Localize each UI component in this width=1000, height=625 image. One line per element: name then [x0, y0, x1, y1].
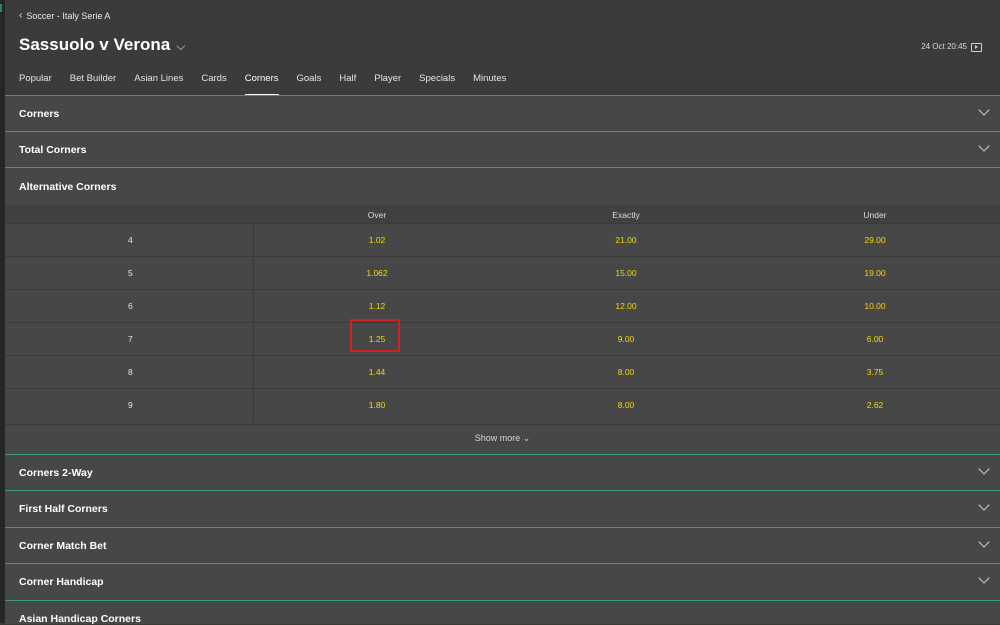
- divider: [253, 290, 254, 323]
- tab-half[interactable]: Half: [339, 73, 356, 95]
- tab-asian-lines[interactable]: Asian Lines: [134, 73, 183, 95]
- table-row: 4 1.02 21.00 29.00: [5, 223, 1000, 257]
- market-first-half-corners[interactable]: First Half Corners: [5, 490, 1000, 528]
- market-title: Asian Handicap Corners: [19, 613, 141, 625]
- odds-over[interactable]: 1.25: [369, 334, 386, 344]
- odds-exactly[interactable]: 21.00: [615, 235, 636, 245]
- show-more-button[interactable]: Show more ⌄: [5, 424, 1000, 444]
- odds-over[interactable]: 1.44: [369, 367, 386, 377]
- odds-exactly[interactable]: 9.00: [618, 334, 635, 344]
- chevron-down-icon: [978, 572, 990, 584]
- chevron-down-icon: [978, 499, 990, 511]
- corner-line: 4: [128, 235, 133, 245]
- odds-column-headers: Over Exactly Under: [5, 205, 1000, 223]
- divider: [253, 356, 254, 389]
- odds-under[interactable]: 2.62: [867, 400, 884, 410]
- market-total-corners[interactable]: Total Corners: [5, 131, 1000, 168]
- market-title: Corners 2-Way: [19, 467, 93, 479]
- table-row: 7 1.25 9.00 6.00: [5, 322, 1000, 356]
- odds-under[interactable]: 29.00: [864, 235, 885, 245]
- chevron-down-icon: ⌵: [176, 38, 186, 53]
- market-title: Corner Match Bet: [19, 540, 107, 552]
- market-corners-2-way[interactable]: Corners 2-Way: [5, 454, 1000, 491]
- edge-marker: [0, 4, 2, 12]
- divider: [253, 224, 254, 257]
- breadcrumb-label: Soccer - Italy Serie A: [26, 11, 111, 21]
- corner-line: 6: [128, 301, 133, 311]
- header-under: Under: [863, 210, 887, 220]
- tab-minutes[interactable]: Minutes: [473, 73, 506, 95]
- corner-line: 9: [128, 400, 133, 410]
- market-title: Corners: [19, 108, 60, 120]
- odds-over[interactable]: 1.062: [366, 268, 387, 278]
- market-asian-handicap-corners[interactable]: Asian Handicap Corners: [5, 600, 1000, 625]
- odds-over[interactable]: 1.02: [369, 235, 386, 245]
- tab-goals[interactable]: Goals: [297, 73, 322, 95]
- header-exactly: Exactly: [612, 210, 640, 220]
- chevron-down-icon: [978, 536, 990, 548]
- market-alternative-corners: Alternative Corners Over Exactly Under 4…: [5, 167, 1000, 455]
- market-corner-match-bet[interactable]: Corner Match Bet: [5, 527, 1000, 564]
- chevron-down-icon: [978, 140, 990, 152]
- event-header: ‹ Soccer - Italy Serie A Sassuolo v Vero…: [5, 0, 1000, 96]
- market-corner-handicap[interactable]: Corner Handicap: [5, 563, 1000, 601]
- divider: [253, 389, 254, 422]
- chevron-down-icon: [978, 463, 990, 475]
- market-tabs: Popular Bet Builder Asian Lines Cards Co…: [19, 73, 524, 96]
- chevron-left-icon: ‹: [19, 10, 23, 21]
- corner-line: 5: [128, 268, 133, 278]
- table-row: 6 1.12 12.00 10.00: [5, 289, 1000, 323]
- odds-under[interactable]: 3.75: [867, 367, 884, 377]
- tab-corners[interactable]: Corners: [244, 73, 279, 96]
- divider: [253, 257, 254, 290]
- event-title-text: Sassuolo v Verona: [19, 35, 171, 54]
- divider: [253, 323, 254, 356]
- tab-bet-builder[interactable]: Bet Builder: [70, 73, 116, 95]
- show-more-label: Show more: [474, 433, 521, 443]
- chevron-down-icon: [978, 104, 990, 116]
- market-title: Alternative Corners: [19, 181, 117, 193]
- odds-under[interactable]: 6.00: [867, 334, 884, 344]
- market-title: Corner Handicap: [19, 576, 104, 588]
- odds-under[interactable]: 19.00: [864, 268, 885, 278]
- breadcrumb[interactable]: ‹ Soccer - Italy Serie A: [19, 10, 111, 22]
- chevron-down-icon: ⌄: [522, 433, 531, 443]
- tab-specials[interactable]: Specials: [419, 73, 455, 95]
- tab-popular[interactable]: Popular: [19, 73, 52, 95]
- odds-exactly[interactable]: 8.00: [618, 400, 635, 410]
- corner-line: 8: [128, 367, 133, 377]
- market-title: First Half Corners: [19, 503, 108, 515]
- odds-exactly[interactable]: 15.00: [615, 268, 636, 278]
- market-title: Total Corners: [19, 144, 87, 156]
- odds-over[interactable]: 1.80: [369, 400, 386, 410]
- header-over: Over: [367, 210, 387, 220]
- odds-exactly[interactable]: 12.00: [615, 301, 636, 311]
- market-corners[interactable]: Corners: [5, 95, 1000, 132]
- table-row: 9 1.80 8.00 2.62: [5, 388, 1000, 422]
- tab-player[interactable]: Player: [374, 73, 401, 95]
- event-datetime: 24 Oct 20:45: [921, 42, 967, 51]
- event-title[interactable]: Sassuolo v Verona ⌵: [19, 35, 185, 55]
- odds-under[interactable]: 10.00: [864, 301, 885, 311]
- table-row: 5 1.062 15.00 19.00: [5, 256, 1000, 290]
- odds-over[interactable]: 1.12: [369, 301, 386, 311]
- tab-cards[interactable]: Cards: [201, 73, 226, 95]
- live-stream-icon[interactable]: [971, 43, 982, 52]
- table-row: 8 1.44 8.00 3.75: [5, 355, 1000, 389]
- odds-exactly[interactable]: 8.00: [618, 367, 635, 377]
- corner-line: 7: [128, 334, 133, 344]
